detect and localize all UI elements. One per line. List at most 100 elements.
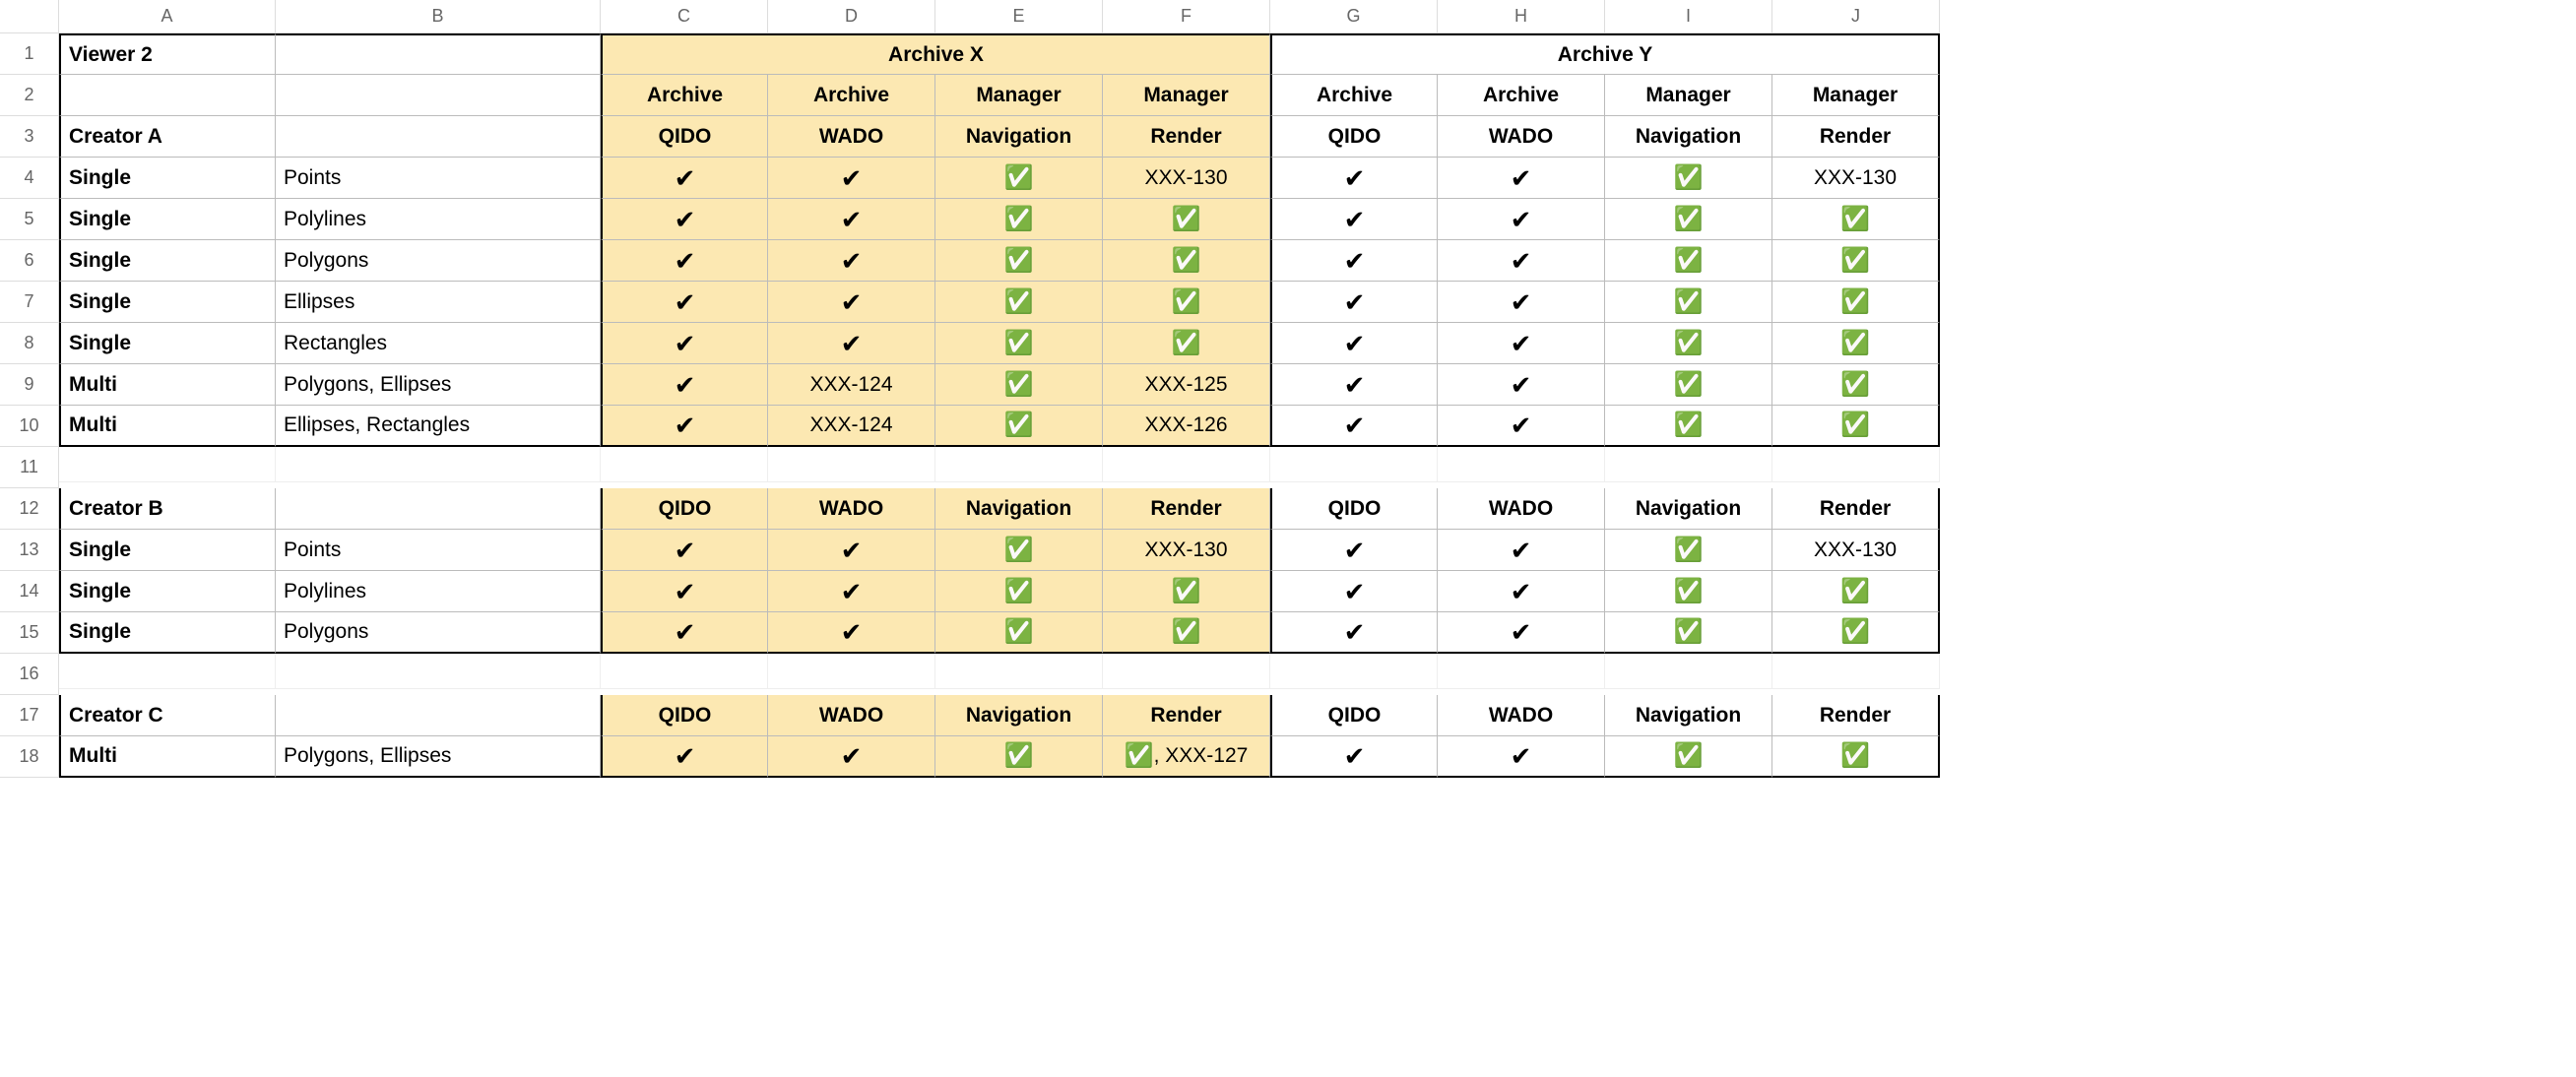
empty-cell[interactable] [276,488,601,530]
row-header-15[interactable]: 15 [0,612,59,654]
data-cell[interactable]: ✔ [1438,240,1605,282]
col-header-B[interactable]: B [276,0,601,33]
creator-cell[interactable]: Creator C [59,695,276,736]
empty-cell[interactable] [1103,447,1270,482]
creator-cell[interactable]: Creator A [59,116,276,158]
row-header-11[interactable]: 11 [0,447,59,488]
data-cell[interactable]: ✅ [935,571,1103,612]
subhead-cell[interactable]: WADO [768,488,935,530]
data-cell[interactable]: ✔ [1438,364,1605,406]
subhead-cell[interactable]: Render [1772,116,1940,158]
data-cell[interactable]: ✔ [768,282,935,323]
subhead-cell[interactable]: WADO [768,695,935,736]
select-all-corner[interactable] [0,0,59,33]
data-cell[interactable]: ✔ [601,199,768,240]
data-cell[interactable]: ✅ [935,240,1103,282]
data-cell[interactable]: ✔ [601,158,768,199]
subhead-cell[interactable]: Render [1772,488,1940,530]
empty-cell[interactable] [276,116,601,158]
row-header-5[interactable]: 5 [0,199,59,240]
row-header-2[interactable]: 2 [0,75,59,116]
data-cell[interactable]: ✅ [1103,571,1270,612]
subhead-cell[interactable]: WADO [768,116,935,158]
row-header-1[interactable]: 1 [0,33,59,75]
data-cell[interactable]: XXX-130 [1103,530,1270,571]
col-header-D[interactable]: D [768,0,935,33]
row-header-14[interactable]: 14 [0,571,59,612]
type-cell[interactable]: Single [59,323,276,364]
empty-cell[interactable] [601,447,768,482]
row-header-4[interactable]: 4 [0,158,59,199]
data-cell[interactable]: ✅ [1772,240,1940,282]
data-cell[interactable]: ✅ [1103,323,1270,364]
data-cell[interactable]: ✔ [768,199,935,240]
data-cell[interactable]: ✅ [935,736,1103,778]
data-cell[interactable]: ✅ [1605,158,1772,199]
subhead-cell[interactable]: Render [1103,116,1270,158]
subhead-cell[interactable]: Navigation [1605,695,1772,736]
data-cell[interactable]: ✔ [768,240,935,282]
type-cell[interactable]: Single [59,158,276,199]
subhead-cell[interactable]: WADO [1438,116,1605,158]
data-cell[interactable]: ✅ [1605,406,1772,447]
data-cell[interactable]: ✅, XXX-127 [1103,736,1270,778]
data-cell[interactable]: ✅ [1772,364,1940,406]
shape-cell[interactable]: Polygons [276,612,601,654]
data-cell[interactable]: ✔ [1438,530,1605,571]
archive-y-header[interactable]: Archive Y [1270,33,1940,75]
subhead-cell[interactable]: Render [1772,695,1940,736]
row-header-10[interactable]: 10 [0,406,59,447]
data-cell[interactable]: ✔ [1438,323,1605,364]
data-cell[interactable]: XXX-130 [1772,530,1940,571]
data-cell[interactable]: ✔ [768,323,935,364]
data-cell[interactable]: ✅ [935,158,1103,199]
col-header-G[interactable]: G [1270,0,1438,33]
data-cell[interactable]: ✅ [1103,199,1270,240]
group-header[interactable]: Archive [768,75,935,116]
data-cell[interactable]: ✔ [601,240,768,282]
data-cell[interactable]: ✅ [1103,240,1270,282]
data-cell[interactable]: ✔ [1438,282,1605,323]
col-header-J[interactable]: J [1772,0,1940,33]
data-cell[interactable]: ✔ [1270,364,1438,406]
data-cell[interactable]: ✅ [935,364,1103,406]
empty-cell[interactable] [935,447,1103,482]
type-cell[interactable]: Single [59,571,276,612]
data-cell[interactable]: ✔ [1270,240,1438,282]
data-cell[interactable]: ✅ [935,282,1103,323]
empty-cell[interactable] [768,654,935,689]
shape-cell[interactable]: Polylines [276,199,601,240]
data-cell[interactable]: ✔ [601,323,768,364]
data-cell[interactable]: ✔ [1270,736,1438,778]
col-header-I[interactable]: I [1605,0,1772,33]
data-cell[interactable]: ✔ [768,736,935,778]
data-cell[interactable]: ✔ [1438,158,1605,199]
shape-cell[interactable]: Rectangles [276,323,601,364]
data-cell[interactable]: XXX-124 [768,364,935,406]
data-cell[interactable]: ✔ [1270,199,1438,240]
data-cell[interactable]: ✅ [1772,736,1940,778]
data-cell[interactable]: ✅ [1605,612,1772,654]
empty-cell[interactable] [276,75,601,116]
data-cell[interactable]: ✔ [601,612,768,654]
row-header-8[interactable]: 8 [0,323,59,364]
group-header[interactable]: Manager [1605,75,1772,116]
empty-cell[interactable] [276,33,601,75]
data-cell[interactable]: ✔ [1438,406,1605,447]
data-cell[interactable]: ✅ [1605,736,1772,778]
subhead-cell[interactable]: Navigation [935,488,1103,530]
row-header-12[interactable]: 12 [0,488,59,530]
empty-cell[interactable] [1270,447,1438,482]
shape-cell[interactable]: Points [276,158,601,199]
subhead-cell[interactable]: QIDO [601,488,768,530]
data-cell[interactable]: ✔ [601,364,768,406]
row-header-9[interactable]: 9 [0,364,59,406]
data-cell[interactable]: ✅ [1772,571,1940,612]
subhead-cell[interactable]: QIDO [1270,695,1438,736]
shape-cell[interactable]: Points [276,530,601,571]
row-header-18[interactable]: 18 [0,736,59,778]
data-cell[interactable]: ✔ [1438,199,1605,240]
type-cell[interactable]: Single [59,240,276,282]
shape-cell[interactable]: Polylines [276,571,601,612]
subhead-cell[interactable]: Navigation [1605,488,1772,530]
